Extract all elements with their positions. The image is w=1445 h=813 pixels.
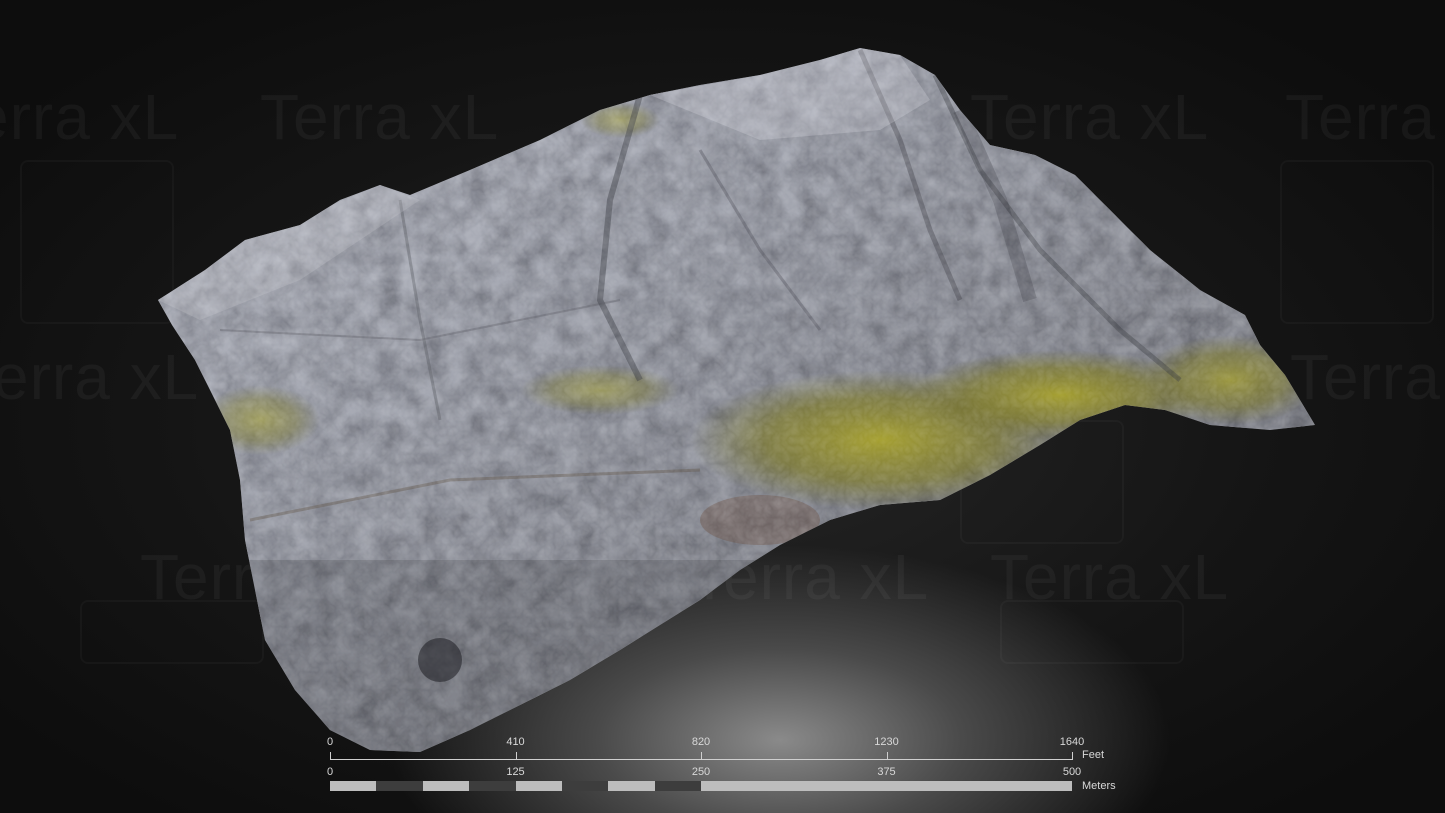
terrain-model[interactable] xyxy=(0,0,1445,813)
3d-viewport[interactable]: Terra xL Terra xL Terra xL Terra xL Terr… xyxy=(0,0,1445,813)
